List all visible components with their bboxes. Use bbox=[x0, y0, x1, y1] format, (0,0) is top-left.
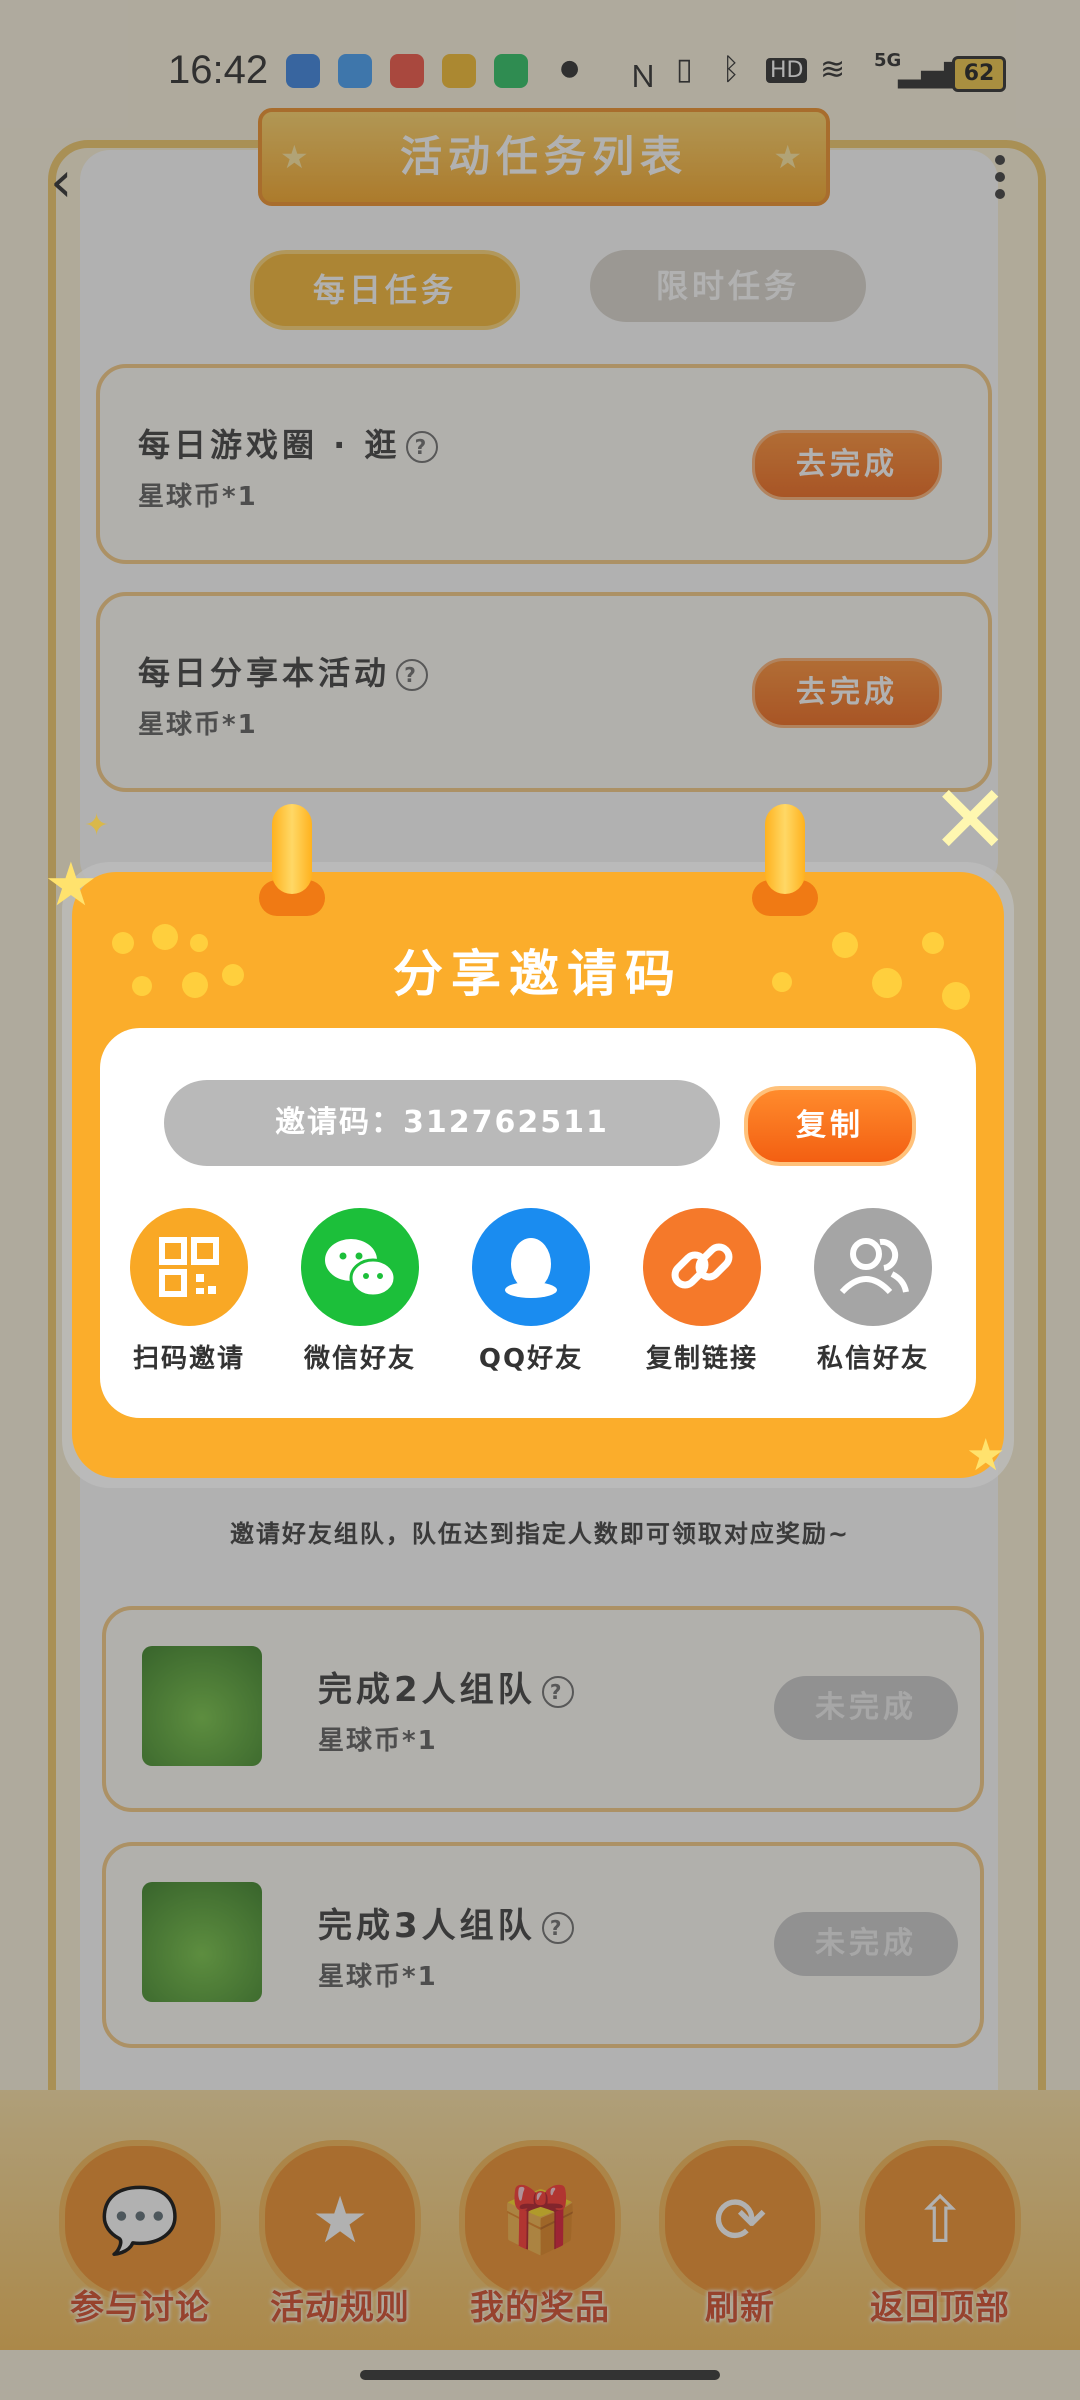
home-indicator[interactable] bbox=[360, 2370, 720, 2380]
friends-icon bbox=[814, 1208, 932, 1326]
share-label: QQ好友 bbox=[478, 1344, 584, 1374]
star-decoration-icon: ★ bbox=[966, 1430, 1006, 1481]
wechat-icon bbox=[301, 1208, 419, 1326]
share-label: 微信好友 bbox=[303, 1344, 416, 1374]
close-icon[interactable]: ✕ bbox=[930, 772, 1010, 868]
share-private-message[interactable]: 私信好友 bbox=[798, 1208, 948, 1375]
share-scan-invite[interactable]: 扫码邀请 bbox=[114, 1208, 264, 1375]
pin-decoration bbox=[765, 804, 805, 894]
modal-title: 分享邀请码 bbox=[393, 945, 683, 1003]
share-copy-link[interactable]: 复制链接 bbox=[627, 1208, 777, 1375]
share-invite-modal: 分享邀请码 邀请码：312762511 复制 扫码邀请 微信好友 QQ好友 复制… bbox=[72, 872, 1004, 1478]
share-label: 私信好友 bbox=[816, 1344, 929, 1374]
qr-code-icon bbox=[130, 1208, 248, 1326]
sparkle-icon: ✦ bbox=[84, 808, 110, 843]
share-label: 复制链接 bbox=[645, 1344, 758, 1374]
invite-code-field: 邀请码：312762511 bbox=[164, 1080, 720, 1166]
share-label: 扫码邀请 bbox=[132, 1344, 245, 1374]
copy-code-button[interactable]: 复制 bbox=[744, 1086, 916, 1166]
invite-code-text: 邀请码：312762511 bbox=[275, 1105, 609, 1140]
share-wechat[interactable]: 微信好友 bbox=[285, 1208, 435, 1375]
star-decoration-icon: ★ bbox=[44, 850, 98, 920]
qq-penguin-icon bbox=[472, 1208, 590, 1326]
share-qq[interactable]: QQ好友 bbox=[456, 1208, 606, 1375]
pin-decoration bbox=[272, 804, 312, 894]
modal-content: 邀请码：312762511 复制 扫码邀请 微信好友 QQ好友 复制链接 私信好… bbox=[100, 1028, 976, 1418]
link-icon bbox=[643, 1208, 761, 1326]
